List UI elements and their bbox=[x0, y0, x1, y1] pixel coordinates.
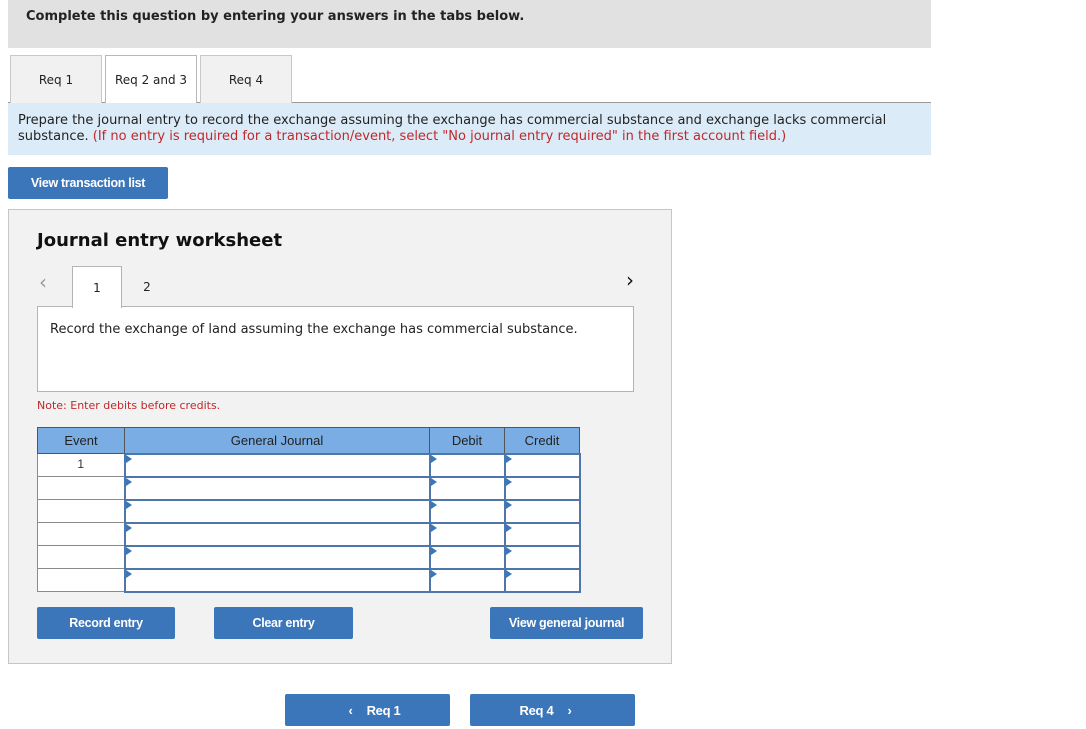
debit-credit-note: Note: Enter debits before credits. bbox=[37, 399, 221, 412]
tab-req-4[interactable]: Req 4 bbox=[200, 55, 292, 103]
credit-input[interactable] bbox=[505, 477, 579, 499]
worksheet-title: Journal entry worksheet bbox=[37, 230, 283, 251]
debit-input[interactable] bbox=[430, 569, 504, 591]
tab-req-2-and-3[interactable]: Req 2 and 3 bbox=[105, 55, 197, 104]
chevron-left-icon: ‹ bbox=[348, 702, 353, 718]
account-field[interactable] bbox=[123, 452, 431, 478]
next-req-label: Req 4 bbox=[519, 702, 554, 718]
requirement-tabs: Req 1 Req 2 and 3 Req 4 bbox=[8, 55, 931, 104]
instruction-bar: Complete this question by entering your … bbox=[8, 0, 931, 48]
credit-field[interactable] bbox=[503, 521, 581, 547]
credit-field[interactable] bbox=[503, 567, 581, 593]
table-row bbox=[37, 544, 581, 570]
event-cell bbox=[37, 568, 125, 592]
entry-tab-1[interactable]: 1 bbox=[72, 266, 122, 308]
account-input[interactable] bbox=[125, 477, 429, 499]
chevron-right-icon[interactable]: › bbox=[626, 268, 634, 292]
prev-req-label: Req 1 bbox=[366, 702, 401, 718]
view-general-journal-button[interactable]: View general journal bbox=[490, 607, 643, 639]
account-field[interactable] bbox=[123, 567, 431, 593]
account-field[interactable] bbox=[123, 475, 431, 501]
journal-table: Event General Journal Debit Credit 1 bbox=[37, 427, 581, 593]
account-input[interactable] bbox=[125, 500, 429, 522]
credit-field[interactable] bbox=[503, 544, 581, 570]
entry-tab-2[interactable]: 2 bbox=[122, 266, 172, 307]
event-cell: 1 bbox=[37, 453, 125, 477]
table-row bbox=[37, 521, 581, 547]
debit-input[interactable] bbox=[430, 477, 504, 499]
credit-field[interactable] bbox=[503, 475, 581, 501]
event-cell bbox=[37, 499, 125, 523]
account-field[interactable] bbox=[123, 498, 431, 524]
credit-input[interactable] bbox=[505, 523, 579, 545]
entry-description: Record the exchange of land assuming the… bbox=[37, 306, 634, 392]
event-cell bbox=[37, 476, 125, 500]
debit-field[interactable] bbox=[428, 567, 506, 593]
credit-input[interactable] bbox=[505, 454, 579, 476]
instruction-text: Complete this question by entering your … bbox=[26, 9, 525, 24]
column-header-debit: Debit bbox=[429, 427, 505, 454]
debit-field[interactable] bbox=[428, 521, 506, 547]
account-input[interactable] bbox=[125, 454, 429, 476]
record-entry-button[interactable]: Record entry bbox=[37, 607, 175, 639]
debit-field[interactable] bbox=[428, 544, 506, 570]
credit-field[interactable] bbox=[503, 452, 581, 478]
debit-input[interactable] bbox=[430, 523, 504, 545]
chevron-left-icon[interactable]: ‹ bbox=[39, 270, 47, 294]
table-row bbox=[37, 567, 581, 593]
account-input[interactable] bbox=[125, 546, 429, 568]
debit-field[interactable] bbox=[428, 498, 506, 524]
tab-req-1[interactable]: Req 1 bbox=[10, 55, 102, 103]
debit-input[interactable] bbox=[430, 454, 504, 476]
column-header-credit: Credit bbox=[504, 427, 580, 454]
debit-field[interactable] bbox=[428, 475, 506, 501]
credit-input[interactable] bbox=[505, 500, 579, 522]
prev-req-button[interactable]: ‹ Req 1 bbox=[285, 694, 450, 726]
credit-field[interactable] bbox=[503, 498, 581, 524]
credit-input[interactable] bbox=[505, 569, 579, 591]
account-field[interactable] bbox=[123, 521, 431, 547]
table-row bbox=[37, 475, 581, 501]
credit-input[interactable] bbox=[505, 546, 579, 568]
chevron-right-icon: › bbox=[567, 702, 572, 718]
debit-input[interactable] bbox=[430, 500, 504, 522]
prompt-hint: (If no entry is required for a transacti… bbox=[92, 129, 787, 144]
column-header-event: Event bbox=[37, 427, 125, 454]
account-field[interactable] bbox=[123, 544, 431, 570]
debit-field[interactable] bbox=[428, 452, 506, 478]
table-row: 1 bbox=[37, 452, 581, 478]
column-header-general-journal: General Journal bbox=[124, 427, 430, 454]
question-prompt: Prepare the journal entry to record the … bbox=[8, 103, 931, 155]
event-cell bbox=[37, 522, 125, 546]
view-transaction-list-button[interactable]: View transaction list bbox=[8, 167, 168, 199]
table-row bbox=[37, 498, 581, 524]
clear-entry-button[interactable]: Clear entry bbox=[214, 607, 353, 639]
journal-entry-worksheet: Journal entry worksheet ‹ 1 2 › Record t… bbox=[8, 209, 672, 664]
event-cell bbox=[37, 545, 125, 569]
next-req-button[interactable]: Req 4 › bbox=[470, 694, 635, 726]
account-input[interactable] bbox=[125, 523, 429, 545]
debit-input[interactable] bbox=[430, 546, 504, 568]
account-input[interactable] bbox=[125, 569, 429, 591]
